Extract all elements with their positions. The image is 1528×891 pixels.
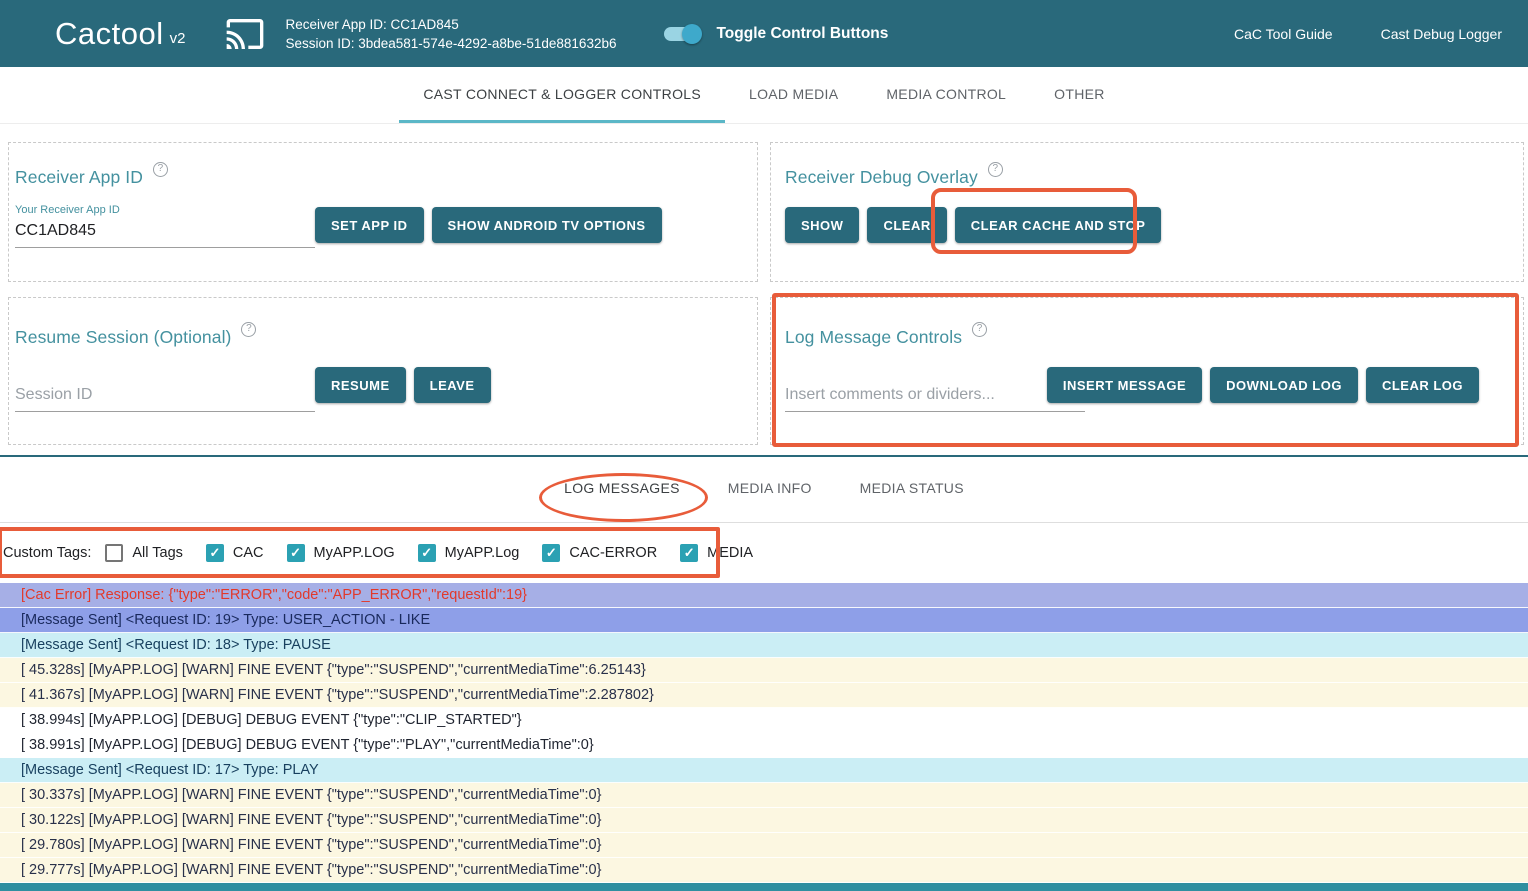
tag-label: CAC-ERROR <box>569 545 657 561</box>
log-row: [ 38.991s] [MyAPP.LOG] [DEBUG] DEBUG EVE… <box>0 733 1528 758</box>
log-message-list: [Cac Error] Response: {"type":"ERROR","c… <box>0 583 1528 883</box>
log-row: [ 38.994s] [MyAPP.LOG] [DEBUG] DEBUG EVE… <box>0 708 1528 733</box>
receiver-debug-overlay-card: Receiver Debug Overlay ? SHOW CLEAR CLEA… <box>770 142 1524 282</box>
receiver-app-id-text: Receiver App ID: CC1AD845 <box>285 15 616 34</box>
app-id-input[interactable] <box>15 218 315 248</box>
main-tabbar: CAST CONNECT & LOGGER CONTROLS LOAD MEDI… <box>0 67 1528 124</box>
tag-checkbox-myapp-log[interactable]: ✓ MyAPP.LOG <box>287 544 395 562</box>
app-id-input-label: Your Receiver App ID <box>15 204 315 216</box>
log-row: [Message Sent] <Request ID: 17> Type: PL… <box>0 758 1528 783</box>
log-message-controls-card-title: Log Message Controls ? <box>785 327 987 348</box>
tab-media-info[interactable]: MEDIA INFO <box>704 457 836 522</box>
checkbox-checked-icon[interactable]: ✓ <box>680 544 698 562</box>
checkbox-checked-icon[interactable]: ✓ <box>287 544 305 562</box>
show-android-tv-options-button[interactable]: SHOW ANDROID TV OPTIONS <box>432 207 662 243</box>
log-tabbar: LOG MESSAGES MEDIA INFO MEDIA STATUS <box>0 457 1528 523</box>
cactool-app: Cactool v2 Receiver App ID: CC1AD845 Ses… <box>0 0 1528 891</box>
tag-checkbox-myapp-log[interactable]: ✓ MyAPP.Log <box>418 544 520 562</box>
tab-media-status[interactable]: MEDIA STATUS <box>836 457 988 522</box>
tag-label: MyAPP.Log <box>445 545 520 561</box>
leave-button[interactable]: LEAVE <box>414 367 491 403</box>
checkbox-checked-icon[interactable]: ✓ <box>206 544 224 562</box>
tab-log-messages[interactable]: LOG MESSAGES <box>540 457 704 522</box>
log-comment-field <box>785 382 1085 412</box>
tag-label: MyAPP.LOG <box>314 545 395 561</box>
tag-label: MEDIA <box>707 545 753 561</box>
tab-load-media[interactable]: LOAD MEDIA <box>725 67 862 123</box>
tab-other[interactable]: OTHER <box>1030 67 1129 123</box>
clear-overlay-button[interactable]: CLEAR <box>867 207 946 243</box>
log-message-controls-card: Log Message Controls ? INSERT MESSAGE DO… <box>770 297 1524 445</box>
resume-session-card-title: Resume Session (Optional) ? <box>15 327 256 348</box>
log-row: [ 29.777s] [MyAPP.LOG] [WARN] FINE EVENT… <box>0 858 1528 883</box>
card-title-text: Receiver Debug Overlay <box>785 167 978 188</box>
clear-cache-and-stop-button[interactable]: CLEAR CACHE AND STOP <box>955 207 1162 243</box>
card-title-text: Resume Session (Optional) <box>15 327 231 348</box>
insert-message-button[interactable]: INSERT MESSAGE <box>1047 367 1202 403</box>
tag-checkbox-cac[interactable]: ✓ CAC <box>206 544 264 562</box>
log-message-buttons: INSERT MESSAGE DOWNLOAD LOG CLEAR LOG <box>1047 367 1479 403</box>
tab-cast-connect-logger-controls[interactable]: CAST CONNECT & LOGGER CONTROLS <box>399 67 725 123</box>
app-id-field: Your Receiver App ID <box>15 204 315 248</box>
app-header: Cactool v2 Receiver App ID: CC1AD845 Ses… <box>0 0 1528 67</box>
clear-log-button[interactable]: CLEAR LOG <box>1366 367 1479 403</box>
checkbox-checked-icon[interactable]: ✓ <box>418 544 436 562</box>
session-id-field <box>15 382 315 412</box>
checkbox-checked-icon[interactable]: ✓ <box>542 544 560 562</box>
log-row: [Message Sent] <Request ID: 18> Type: PA… <box>0 633 1528 658</box>
custom-tags-label: Custom Tags: <box>3 545 91 561</box>
tag-checkbox-cac-error[interactable]: ✓ CAC-ERROR <box>542 544 657 562</box>
tag-checkbox-media[interactable]: ✓ MEDIA <box>680 544 753 562</box>
help-icon[interactable]: ? <box>153 162 168 177</box>
toggle-label: Toggle Control Buttons <box>716 25 888 43</box>
link-cast-debug-logger[interactable]: Cast Debug Logger <box>1381 26 1502 42</box>
session-info: Receiver App ID: CC1AD845 Session ID: 3b… <box>285 15 616 53</box>
log-row: [Message Sent] <Request ID: 19> Type: US… <box>0 608 1528 633</box>
app-logo-text: Cactool <box>55 18 164 49</box>
log-row: [ 41.367s] [MyAPP.LOG] [WARN] FINE EVENT… <box>0 683 1528 708</box>
bottom-row-partial <box>0 883 1528 891</box>
receiver-debug-overlay-card-title: Receiver Debug Overlay ? <box>785 167 1003 188</box>
card-title-text: Receiver App ID <box>15 167 143 188</box>
card-title-text: Log Message Controls <box>785 327 962 348</box>
help-icon[interactable]: ? <box>972 322 987 337</box>
resume-session-card: Resume Session (Optional) ? RESUME LEAVE <box>8 297 758 445</box>
header-links: CaC Tool Guide Cast Debug Logger <box>1234 26 1502 42</box>
custom-tags-list: All Tags ✓ CAC ✓ MyAPP.LOG ✓ MyAPP.Log ✓ CAC-ERR… <box>105 544 753 562</box>
checkbox-unchecked-icon[interactable] <box>105 544 123 562</box>
tag-checkbox-all-tags[interactable]: All Tags <box>105 544 183 562</box>
help-icon[interactable]: ? <box>241 322 256 337</box>
log-comment-input[interactable] <box>785 382 1085 412</box>
session-id-text: Session ID: 3bdea581-574e-4292-a8be-51de… <box>285 34 616 53</box>
resume-button[interactable]: RESUME <box>315 367 406 403</box>
log-row: [ 29.780s] [MyAPP.LOG] [WARN] FINE EVENT… <box>0 833 1528 858</box>
resume-session-buttons: RESUME LEAVE <box>315 367 491 403</box>
log-row: [ 45.328s] [MyAPP.LOG] [WARN] FINE EVENT… <box>0 658 1528 683</box>
download-log-button[interactable]: DOWNLOAD LOG <box>1210 367 1358 403</box>
receiver-app-id-card-title: Receiver App ID ? <box>15 167 168 188</box>
log-row: [ 30.337s] [MyAPP.LOG] [WARN] FINE EVENT… <box>0 783 1528 808</box>
app-logo-version: v2 <box>170 30 186 49</box>
tag-label: All Tags <box>132 545 183 561</box>
debug-overlay-buttons: SHOW CLEAR CLEAR CACHE AND STOP <box>785 207 1161 243</box>
log-row: [ 30.122s] [MyAPP.LOG] [WARN] FINE EVENT… <box>0 808 1528 833</box>
link-cac-tool-guide[interactable]: CaC Tool Guide <box>1234 26 1333 42</box>
tab-media-control[interactable]: MEDIA CONTROL <box>862 67 1030 123</box>
receiver-app-id-card: Receiver App ID ? Your Receiver App ID S… <box>8 142 758 282</box>
tag-label: CAC <box>233 545 264 561</box>
cast-icon <box>221 14 269 54</box>
receiver-app-id-buttons: SET APP ID SHOW ANDROID TV OPTIONS <box>315 207 662 243</box>
custom-tags-bar: Custom Tags: All Tags ✓ CAC ✓ MyAPP.LOG ✓ MyAP… <box>0 523 1528 583</box>
app-logo: Cactool v2 <box>55 18 185 49</box>
toggle-thumb <box>682 24 702 44</box>
session-id-input[interactable] <box>15 382 315 412</box>
log-row: [Cac Error] Response: {"type":"ERROR","c… <box>0 583 1528 608</box>
help-icon[interactable]: ? <box>988 162 1003 177</box>
control-buttons-toggle[interactable] <box>662 24 700 44</box>
set-app-id-button[interactable]: SET APP ID <box>315 207 424 243</box>
show-overlay-button[interactable]: SHOW <box>785 207 859 243</box>
